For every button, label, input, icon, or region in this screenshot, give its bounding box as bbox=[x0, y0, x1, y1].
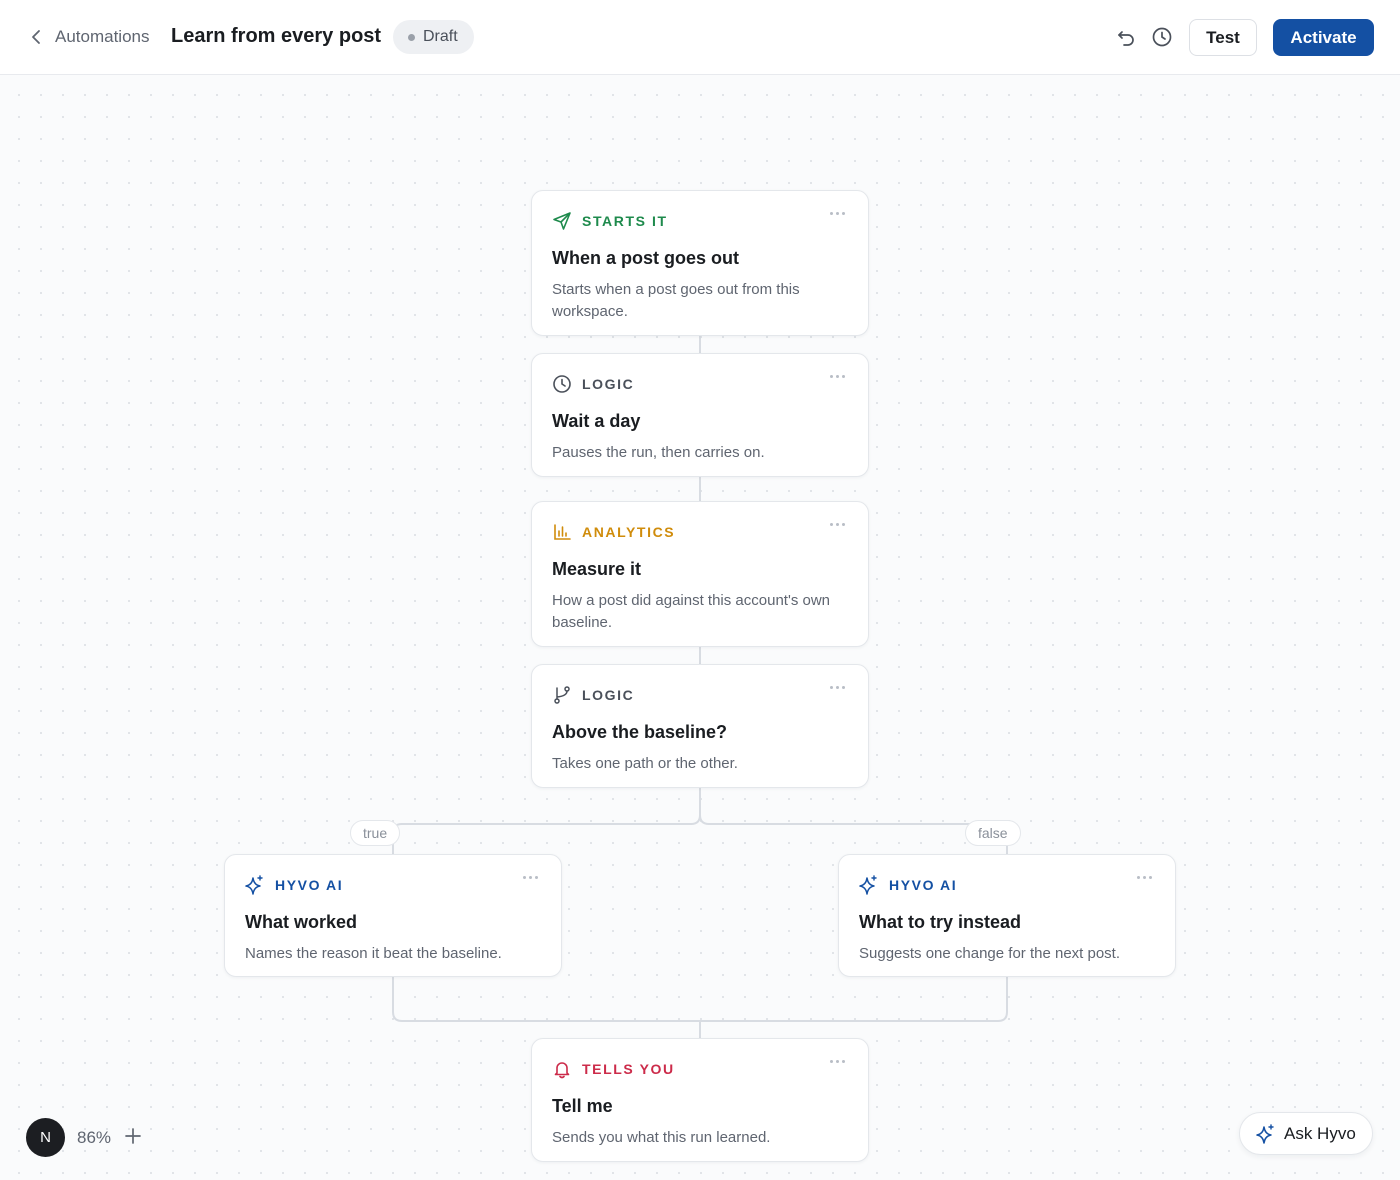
node-description: Pauses the run, then carries on. bbox=[552, 444, 765, 461]
send-icon bbox=[553, 212, 571, 230]
more-icon[interactable] bbox=[830, 683, 848, 693]
more-icon[interactable] bbox=[830, 1057, 848, 1067]
node-title: Tell me bbox=[552, 1096, 613, 1116]
node-title: What worked bbox=[245, 912, 358, 932]
test-button[interactable]: Test bbox=[1189, 19, 1257, 56]
node-description: Suggests one change for the next post. bbox=[859, 945, 1121, 962]
more-icon[interactable] bbox=[830, 372, 848, 382]
zoom-level: 86% bbox=[77, 1128, 112, 1147]
node-kicker: HYVO AI bbox=[889, 877, 958, 893]
node-description: Names the reason it beat the baseline. bbox=[245, 945, 502, 962]
top-bar: Automations Learn from every post Draft … bbox=[0, 0, 1400, 75]
history-clock-icon[interactable] bbox=[1151, 26, 1173, 48]
node-title: When a post goes out bbox=[552, 248, 739, 268]
chevron-left-icon[interactable] bbox=[28, 28, 44, 46]
node-wait[interactable]: LOGIC Wait a day Pauses the run, then ca… bbox=[531, 353, 869, 477]
page-title: Learn from every post bbox=[171, 25, 382, 47]
status-badge: Draft bbox=[393, 20, 474, 54]
node-measure[interactable]: ANALYTICS Measure it How a post did agai… bbox=[531, 501, 869, 647]
status-badge-label: Draft bbox=[423, 28, 458, 45]
node-title: Wait a day bbox=[552, 411, 641, 431]
node-ai-try-instead[interactable]: HYVO AI What to try instead Suggests one… bbox=[838, 854, 1176, 977]
node-title: What to try instead bbox=[859, 912, 1022, 932]
node-condition[interactable]: LOGIC Above the baseline? Takes one path… bbox=[531, 664, 869, 788]
ask-hyvo-label: Ask Hyvo bbox=[1284, 1123, 1356, 1143]
node-kicker: LOGIC bbox=[582, 376, 635, 392]
node-description: Sends you what this run learned. bbox=[552, 1129, 771, 1146]
node-kicker: ANALYTICS bbox=[582, 524, 676, 540]
node-notify[interactable]: TELLS YOU Tell me Sends you what this ru… bbox=[531, 1038, 869, 1162]
branch-label-false: false bbox=[965, 820, 1021, 846]
node-description: Takes one path or the other. bbox=[552, 755, 738, 772]
more-icon[interactable] bbox=[830, 520, 848, 530]
bar-chart-icon bbox=[554, 524, 571, 540]
branch-label-true: true bbox=[350, 820, 401, 846]
more-icon[interactable] bbox=[523, 873, 541, 883]
breadcrumb-automations[interactable]: Automations bbox=[55, 27, 150, 47]
sparkle-icon bbox=[245, 875, 263, 895]
avatar[interactable]: N bbox=[26, 1118, 65, 1157]
ask-hyvo-button[interactable]: Ask Hyvo bbox=[1239, 1112, 1373, 1155]
node-trigger[interactable]: STARTS IT When a post goes out Starts wh… bbox=[531, 190, 869, 336]
node-description: How a post did against this account's ow… bbox=[552, 592, 831, 631]
node-description: Starts when a post goes out from this wo… bbox=[552, 281, 800, 320]
activate-button[interactable]: Activate bbox=[1273, 19, 1374, 56]
status-dot bbox=[408, 34, 415, 41]
node-title: Above the baseline? bbox=[552, 722, 728, 742]
more-icon[interactable] bbox=[1137, 873, 1155, 883]
node-kicker: HYVO AI bbox=[275, 877, 344, 893]
zoom-in-icon[interactable] bbox=[124, 1127, 142, 1145]
node-kicker: LOGIC bbox=[582, 687, 635, 703]
node-title: Measure it bbox=[552, 559, 642, 579]
node-kicker: STARTS IT bbox=[582, 213, 668, 229]
sparkle-icon bbox=[1256, 1123, 1274, 1144]
more-icon[interactable] bbox=[830, 209, 848, 219]
clock-icon bbox=[553, 375, 571, 393]
undo-icon[interactable] bbox=[1115, 26, 1137, 48]
node-kicker: TELLS YOU bbox=[582, 1061, 675, 1077]
branch-icon bbox=[554, 686, 570, 704]
node-ai-what-worked[interactable]: HYVO AI What worked Names the reason it … bbox=[224, 854, 562, 977]
sparkle-icon bbox=[859, 875, 877, 895]
bell-icon bbox=[554, 1062, 570, 1079]
